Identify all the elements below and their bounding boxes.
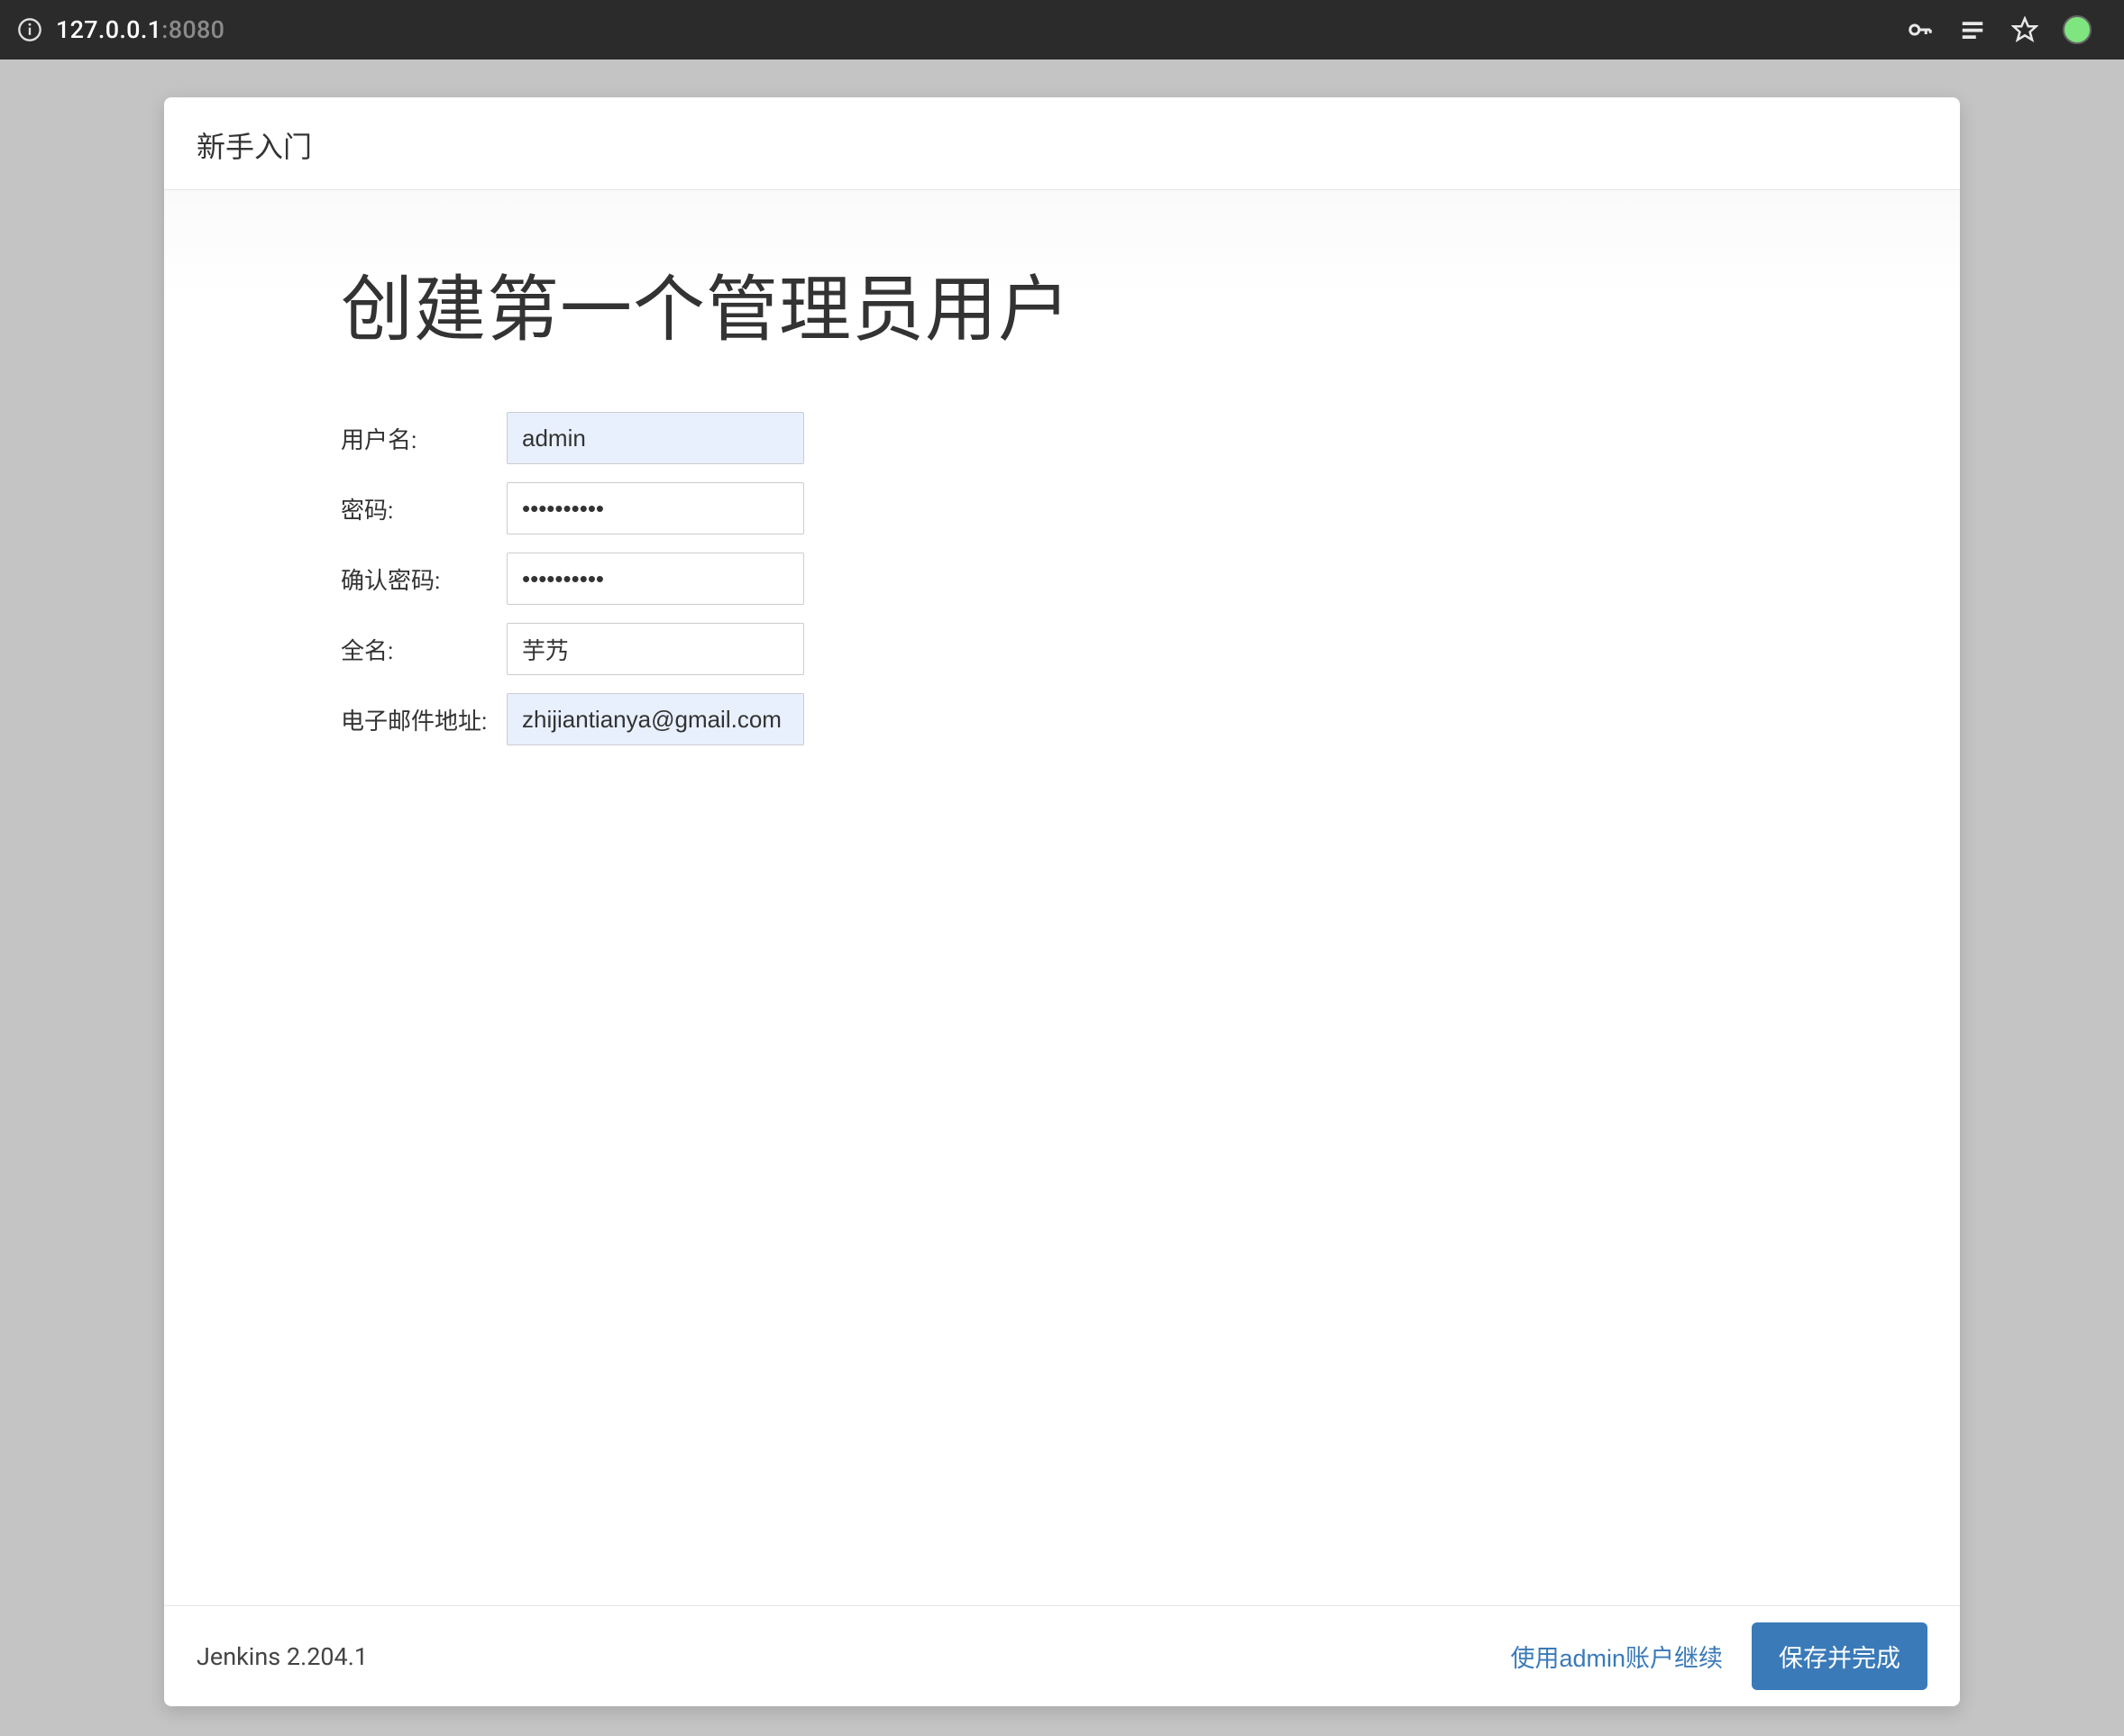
email-input[interactable]: [507, 693, 804, 745]
fullname-input[interactable]: [507, 623, 804, 675]
url-port: :8080: [161, 15, 224, 44]
password-input[interactable]: [507, 482, 804, 535]
row-username: 用户名:: [341, 412, 1960, 464]
browser-address-bar: 127.0.0.1:8080: [0, 0, 2124, 59]
row-fullname: 全名:: [341, 623, 1960, 675]
reader-icon[interactable]: [1958, 15, 1987, 44]
card-body: 创建第一个管理员用户 用户名: 密码: 确认密码: 全名:: [164, 190, 1960, 1605]
card-header-title: 新手入门: [197, 124, 1927, 166]
continue-as-admin-button[interactable]: 使用admin账户继续: [1510, 1639, 1723, 1674]
save-and-finish-button[interactable]: 保存并完成: [1752, 1622, 1927, 1690]
main-heading: 创建第一个管理员用户: [341, 251, 1960, 356]
avatar-circle-icon: [2063, 15, 2092, 44]
footer-actions: 使用admin账户继续 保存并完成: [1510, 1622, 1927, 1690]
setup-card: 新手入门 创建第一个管理员用户 用户名: 密码: 确认密码: 全名:: [164, 97, 1960, 1706]
star-icon[interactable]: [2010, 15, 2039, 44]
label-fullname: 全名:: [341, 633, 507, 666]
card-footer: Jenkins 2.204.1 使用admin账户继续 保存并完成: [164, 1605, 1960, 1706]
url-area: 127.0.0.1:8080: [16, 15, 224, 44]
url-text[interactable]: 127.0.0.1:8080: [56, 15, 224, 44]
row-email: 电子邮件地址:: [341, 693, 1960, 745]
row-confirm-password: 确认密码:: [341, 553, 1960, 605]
form-area: 创建第一个管理员用户 用户名: 密码: 确认密码: 全名:: [164, 251, 1960, 745]
label-username: 用户名:: [341, 422, 507, 455]
key-icon[interactable]: [1906, 15, 1935, 44]
version-text: Jenkins 2.204.1: [197, 1642, 368, 1671]
row-password: 密码:: [341, 482, 1960, 535]
profile-avatar[interactable]: [2063, 13, 2108, 47]
info-icon[interactable]: [16, 16, 43, 43]
confirm-password-input[interactable]: [507, 553, 804, 605]
username-input[interactable]: [507, 412, 804, 464]
card-header: 新手入门: [164, 97, 1960, 190]
url-host: 127.0.0.1: [56, 15, 161, 44]
page-content: 新手入门 创建第一个管理员用户 用户名: 密码: 确认密码: 全名:: [0, 59, 2124, 1706]
label-password: 密码:: [341, 492, 507, 525]
browser-toolbar-right: [1906, 13, 2108, 47]
label-email: 电子邮件地址:: [341, 703, 507, 736]
label-confirm-password: 确认密码:: [341, 562, 507, 596]
